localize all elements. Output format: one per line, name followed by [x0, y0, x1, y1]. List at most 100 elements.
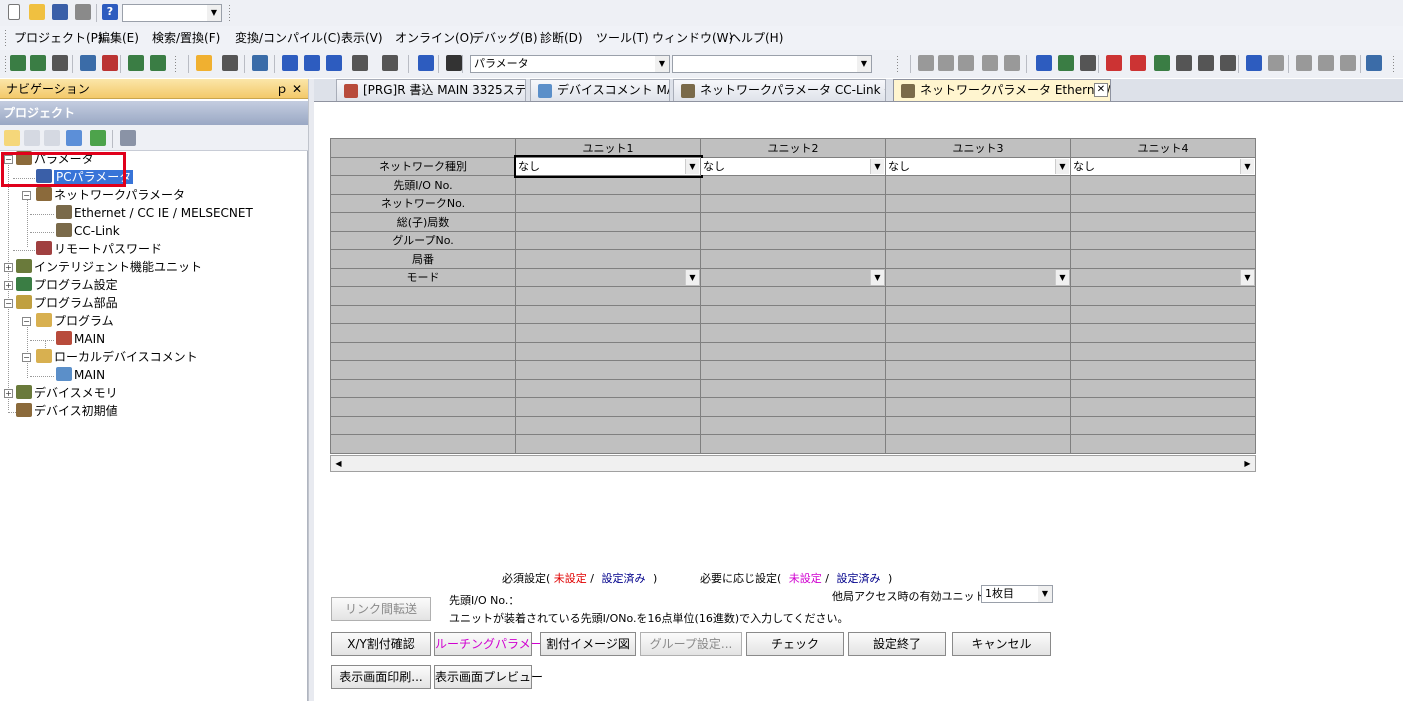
- open-folder-icon[interactable]: [29, 4, 45, 20]
- convert-all-icon[interactable]: [102, 55, 118, 71]
- write-icon[interactable]: [128, 55, 144, 71]
- pin-icon[interactable]: ｐ: [276, 79, 288, 99]
- chevron-down-icon[interactable]: ▼: [857, 56, 871, 72]
- tree-item[interactable]: Ethernet / CC IE / MELSECNET: [56, 205, 253, 222]
- chevron-down-icon[interactable]: ▼: [685, 158, 699, 174]
- grid-cell[interactable]: [885, 415, 1071, 435]
- tree-item[interactable]: デバイスメモリ: [16, 385, 118, 402]
- grid-cell[interactable]: [515, 230, 701, 250]
- read-plc-icon[interactable]: [1058, 55, 1074, 71]
- cancel-button[interactable]: キャンセル: [952, 632, 1051, 656]
- monitor-icon[interactable]: [352, 55, 368, 71]
- grid-cell[interactable]: [700, 175, 886, 195]
- device-icon[interactable]: [52, 55, 68, 71]
- menu-item[interactable]: ウィンドウ(W): [652, 30, 733, 46]
- grid-cell[interactable]: [515, 304, 701, 324]
- grid-cell[interactable]: [885, 341, 1071, 361]
- paste-data-icon[interactable]: [44, 130, 60, 146]
- chevron-down-icon[interactable]: ▼: [1240, 158, 1254, 174]
- grid-cell[interactable]: [1070, 193, 1256, 213]
- tab-ethernet[interactable]: ネットワークパラメータ Ethernet/... ✕: [893, 79, 1111, 101]
- access-unit-select[interactable]: 1枚目 ▼: [981, 585, 1053, 603]
- grid-cell[interactable]: [1070, 249, 1256, 269]
- save-icon[interactable]: [52, 4, 68, 20]
- link-transfer-button[interactable]: リンク間転送: [331, 597, 431, 621]
- mode-select[interactable]: ▼: [1070, 267, 1256, 287]
- copy-icon[interactable]: [938, 55, 954, 71]
- hex-icon[interactable]: [1080, 55, 1096, 71]
- tree-item[interactable]: プログラム設定: [16, 277, 118, 294]
- grid-cell[interactable]: [1070, 304, 1256, 324]
- grid-cell[interactable]: [885, 323, 1071, 343]
- grid-cell[interactable]: [515, 193, 701, 213]
- grid-cell[interactable]: [700, 341, 886, 361]
- refresh-icon[interactable]: [90, 130, 106, 146]
- grid-cell[interactable]: [700, 193, 886, 213]
- network-type-select[interactable]: なし ▼: [700, 156, 886, 176]
- close-icon[interactable]: ✕: [292, 79, 302, 99]
- window-icon[interactable]: [1366, 55, 1382, 71]
- tree-item[interactable]: MAIN: [56, 367, 105, 384]
- grid-cell[interactable]: [700, 212, 886, 232]
- grid-cell[interactable]: [885, 249, 1071, 269]
- grid-cell[interactable]: [515, 397, 701, 417]
- grid-cell[interactable]: [515, 286, 701, 306]
- chevron-down-icon[interactable]: ▼: [1055, 158, 1069, 174]
- grid-cell[interactable]: [700, 249, 886, 269]
- list-icon[interactable]: [1318, 55, 1334, 71]
- data-name-combo[interactable]: ▼: [672, 55, 872, 73]
- property-icon[interactable]: [66, 130, 82, 146]
- grid-cell[interactable]: [700, 286, 886, 306]
- grid-cell[interactable]: [1070, 323, 1256, 343]
- grid-cell[interactable]: [885, 378, 1071, 398]
- collapse-icon[interactable]: −: [22, 191, 31, 200]
- xy-assign-button[interactable]: X/Y割付確認: [331, 632, 431, 656]
- assign-image-button[interactable]: 割付イメージ図: [540, 632, 636, 656]
- toolbar-grip[interactable]: [896, 55, 899, 73]
- grid-cell[interactable]: [1070, 212, 1256, 232]
- help-icon[interactable]: ?: [102, 4, 118, 20]
- dev-monitor-icon[interactable]: [1036, 55, 1052, 71]
- grid-cell[interactable]: [1070, 415, 1256, 435]
- cut-icon[interactable]: [918, 55, 934, 71]
- menu-item[interactable]: オンライン(O): [395, 30, 474, 46]
- grid-cell[interactable]: [1070, 434, 1256, 454]
- grid-cell[interactable]: [515, 360, 701, 380]
- ladder-edit-icon[interactable]: [10, 55, 26, 71]
- print-screen-button[interactable]: 表示画面印刷...: [331, 665, 431, 689]
- list-icon[interactable]: [1296, 55, 1312, 71]
- chevron-down-icon[interactable]: ▼: [207, 5, 221, 21]
- group-setting-button[interactable]: グループ設定...: [640, 632, 742, 656]
- search-icon[interactable]: [382, 55, 398, 71]
- collapse-icon[interactable]: −: [22, 317, 31, 326]
- menu-item[interactable]: ツール(T): [596, 30, 649, 46]
- dev-icon[interactable]: [1246, 55, 1262, 71]
- tree-item[interactable]: デバイス初期値: [16, 403, 118, 420]
- options-icon[interactable]: [1220, 55, 1236, 71]
- grid-cell[interactable]: [885, 175, 1071, 195]
- grid-cell[interactable]: [1070, 341, 1256, 361]
- undo-icon[interactable]: [982, 55, 998, 71]
- menu-item[interactable]: 表示(V): [341, 30, 383, 46]
- grid-cell[interactable]: [885, 434, 1071, 454]
- grid-cell[interactable]: [515, 249, 701, 269]
- chevron-down-icon[interactable]: ▼: [870, 269, 884, 285]
- menu-item[interactable]: 変換/コンパイル(C): [235, 30, 341, 46]
- toolbar-grip[interactable]: [174, 55, 177, 73]
- mode-select[interactable]: ▼: [515, 267, 701, 287]
- help-icon[interactable]: [418, 55, 434, 71]
- scroll-left-icon[interactable]: ◀: [331, 456, 346, 471]
- grid-cell[interactable]: [885, 230, 1071, 250]
- mode-select[interactable]: ▼: [885, 267, 1071, 287]
- menu-item[interactable]: プロジェクト(P): [14, 30, 103, 46]
- dev-icon[interactable]: [1268, 55, 1284, 71]
- grid-cell[interactable]: [1070, 378, 1256, 398]
- tree-item[interactable]: MAIN: [56, 331, 105, 348]
- chevron-down-icon[interactable]: ▼: [1240, 269, 1254, 285]
- navigation-toggle-icon[interactable]: [196, 55, 212, 71]
- grid-cell[interactable]: [1070, 230, 1256, 250]
- tab-cclink[interactable]: ネットワークパラメータ CC-Link 一覧...: [673, 79, 886, 101]
- dev-icon[interactable]: [282, 55, 298, 71]
- grid-cell[interactable]: [700, 304, 886, 324]
- new-data-icon[interactable]: [4, 130, 20, 146]
